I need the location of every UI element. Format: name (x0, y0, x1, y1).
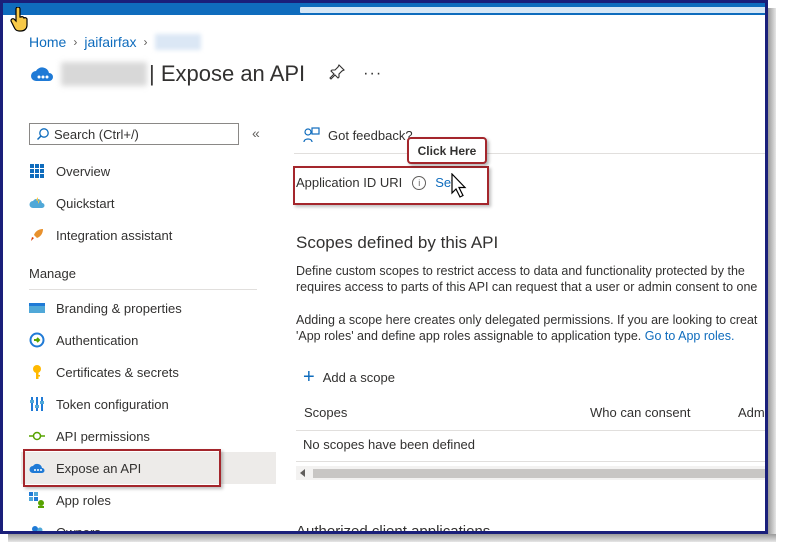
sidebar-item-label: Branding & properties (56, 300, 182, 316)
page-header: | Expose an API ··· (29, 61, 382, 87)
key-icon (29, 364, 45, 380)
sidebar-item-quickstart[interactable]: Quickstart (29, 192, 115, 214)
sidebar-item-label: Authentication (56, 332, 139, 348)
search-placeholder: Search (Ctrl+/) (54, 126, 139, 142)
breadcrumb: Home › jaifairfax › (29, 34, 201, 50)
more-icon[interactable]: ··· (363, 65, 382, 83)
chevron-right-icon: › (73, 35, 78, 49)
frame-shadow-bottom (8, 534, 776, 542)
sidebar-item-label: App roles (56, 492, 111, 508)
table-row-divider (296, 461, 765, 462)
sidebar-item-label: Overview (56, 163, 111, 179)
scopes-description-line-2: requires access to parts of this API can… (296, 280, 758, 294)
sidebar-item-label: Integration assistant (56, 227, 173, 243)
app-name-redacted (61, 62, 147, 86)
feedback-button[interactable]: Got feedback? (303, 127, 413, 144)
page-title: | Expose an API (149, 61, 306, 86)
add-scope-label: Add a scope (322, 369, 395, 385)
scroll-left-icon[interactable] (300, 469, 305, 477)
portal-top-bar (3, 3, 765, 15)
delegated-note-text: 'App roles' and define app roles assigna… (296, 329, 642, 343)
command-bar-divider (294, 153, 765, 154)
app-roles-icon (29, 492, 45, 508)
sidebar-item-overview[interactable]: Overview (29, 160, 110, 182)
sidebar-search-input[interactable]: Search (Ctrl+/) (29, 123, 239, 145)
sidebar-item-integration-assistant[interactable]: Integration assistant (29, 224, 172, 246)
click-here-callout: Click Here (407, 137, 487, 164)
sidebar-item-label: Token configuration (56, 396, 169, 412)
sidebar-item-authentication[interactable]: Authentication (29, 329, 138, 351)
collapse-sidebar-icon[interactable]: « (252, 125, 260, 141)
arrow-cursor-icon (451, 173, 467, 198)
column-header-admin[interactable]: Adm (738, 405, 765, 420)
hand-cursor-icon (10, 7, 28, 32)
authorized-clients-heading: Authorized client applications (296, 523, 491, 534)
search-icon (36, 128, 49, 141)
cloud-api-icon (31, 67, 53, 81)
api-permissions-icon (29, 428, 45, 444)
sidebar-item-api-permissions[interactable]: API permissions (29, 425, 150, 447)
token-icon (29, 396, 45, 412)
sidebar-item-owners[interactable]: Owners (29, 521, 101, 534)
sidebar-item-label: Owners (56, 524, 101, 534)
delegated-note-line-2: 'App roles' and define app roles assigna… (296, 328, 734, 344)
table-header-divider (296, 430, 765, 431)
scopes-heading: Scopes defined by this API (296, 233, 499, 252)
column-header-who-can-consent[interactable]: Who can consent (590, 405, 690, 420)
branding-icon (29, 300, 45, 316)
sidebar-item-branding[interactable]: Branding & properties (29, 297, 182, 319)
sidebar-item-app-roles[interactable]: App roles (29, 489, 111, 511)
expose-api-highlight-box (23, 449, 221, 487)
add-scope-button[interactable]: + Add a scope (303, 366, 395, 388)
column-header-scopes[interactable]: Scopes (304, 405, 347, 420)
breadcrumb-home[interactable]: Home (29, 34, 66, 50)
delegated-note-line-1: Adding a scope here creates only delegat… (296, 313, 758, 327)
global-search-bar[interactable] (300, 7, 765, 13)
breadcrumb-app-redacted[interactable] (154, 34, 201, 50)
horizontal-scrollbar[interactable] (296, 466, 765, 480)
go-to-app-roles-link[interactable]: Go to App roles. (645, 329, 735, 343)
section-manage-label: Manage (29, 266, 76, 281)
scopes-description-line-1: Define custom scopes to restrict access … (296, 264, 745, 278)
cloud-icon (29, 195, 45, 211)
plus-icon: + (303, 366, 315, 388)
grid-icon (29, 163, 45, 179)
table-empty-message: No scopes have been defined (303, 437, 476, 452)
feedback-label: Got feedback? (328, 128, 413, 143)
owners-icon (29, 524, 45, 531)
sidebar-item-certificates[interactable]: Certificates & secrets (29, 361, 179, 383)
sidebar-item-label: API permissions (56, 428, 150, 444)
breadcrumb-tenant[interactable]: jaifairfax (84, 34, 136, 50)
sidebar-item-label: Quickstart (56, 195, 115, 211)
chevron-right-icon: › (143, 35, 148, 49)
frame-shadow-right (768, 8, 776, 542)
authentication-icon (29, 332, 45, 348)
sidebar-item-token-configuration[interactable]: Token configuration (29, 393, 169, 415)
pin-icon[interactable] (329, 63, 346, 85)
section-divider (29, 289, 257, 290)
screenshot-frame: Home › jaifairfax › | Expose an API ··· … (0, 0, 768, 534)
rocket-icon (29, 227, 45, 243)
sidebar-item-label: Certificates & secrets (56, 364, 179, 380)
scrollbar-thumb[interactable] (313, 469, 765, 478)
feedback-icon (303, 127, 320, 143)
